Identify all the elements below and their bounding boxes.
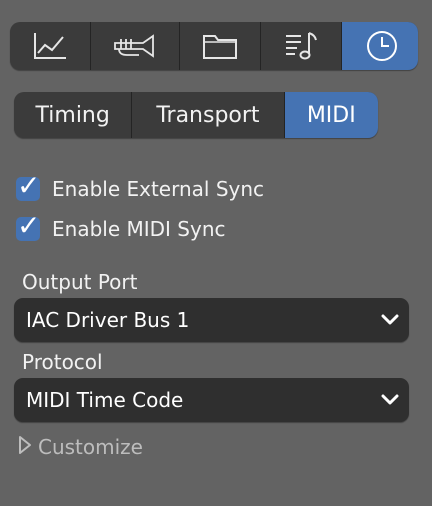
protocol-value: MIDI Time Code xyxy=(26,388,184,412)
checkmark-icon: ✓ xyxy=(17,209,41,242)
tool-instrument[interactable] xyxy=(91,22,180,70)
music-list-icon xyxy=(283,30,319,62)
clock-icon xyxy=(365,29,399,63)
external-sync-row[interactable]: ✓ Enable External Sync xyxy=(16,171,265,204)
customize-disclosure[interactable]: Customize xyxy=(18,432,143,462)
chart-icon xyxy=(32,31,68,61)
external-sync-label: Enable External Sync xyxy=(52,177,265,201)
output-port-select[interactable]: IAC Driver Bus 1 xyxy=(14,298,409,342)
tool-clock[interactable] xyxy=(342,22,418,70)
tab-timing[interactable]: Timing xyxy=(14,92,133,138)
midi-sync-label: Enable MIDI Sync xyxy=(52,217,226,241)
tool-chart[interactable] xyxy=(10,22,91,70)
tool-folder[interactable] xyxy=(180,22,261,70)
tab-midi[interactable]: MIDI xyxy=(284,92,378,138)
tab-transport[interactable]: Transport xyxy=(132,92,285,138)
sync-tabs: Timing Transport MIDI xyxy=(14,92,378,138)
output-port-label: Output Port xyxy=(22,270,138,294)
disclosure-triangle-icon xyxy=(18,435,32,459)
checkmark-icon: ✓ xyxy=(17,169,41,202)
midi-sync-checkbox[interactable]: ✓ xyxy=(16,211,40,241)
trumpet-icon xyxy=(113,33,157,59)
output-port-value: IAC Driver Bus 1 xyxy=(26,308,190,332)
customize-label: Customize xyxy=(38,435,143,459)
external-sync-checkbox[interactable]: ✓ xyxy=(16,171,40,201)
folder-icon xyxy=(202,32,238,60)
protocol-label: Protocol xyxy=(22,350,103,374)
chevron-down-icon xyxy=(381,391,399,410)
protocol-select[interactable]: MIDI Time Code xyxy=(14,378,409,422)
icon-toolbar xyxy=(10,22,418,70)
tool-playlist[interactable] xyxy=(261,22,342,70)
chevron-down-icon xyxy=(381,311,399,330)
midi-sync-row[interactable]: ✓ Enable MIDI Sync xyxy=(16,211,226,244)
